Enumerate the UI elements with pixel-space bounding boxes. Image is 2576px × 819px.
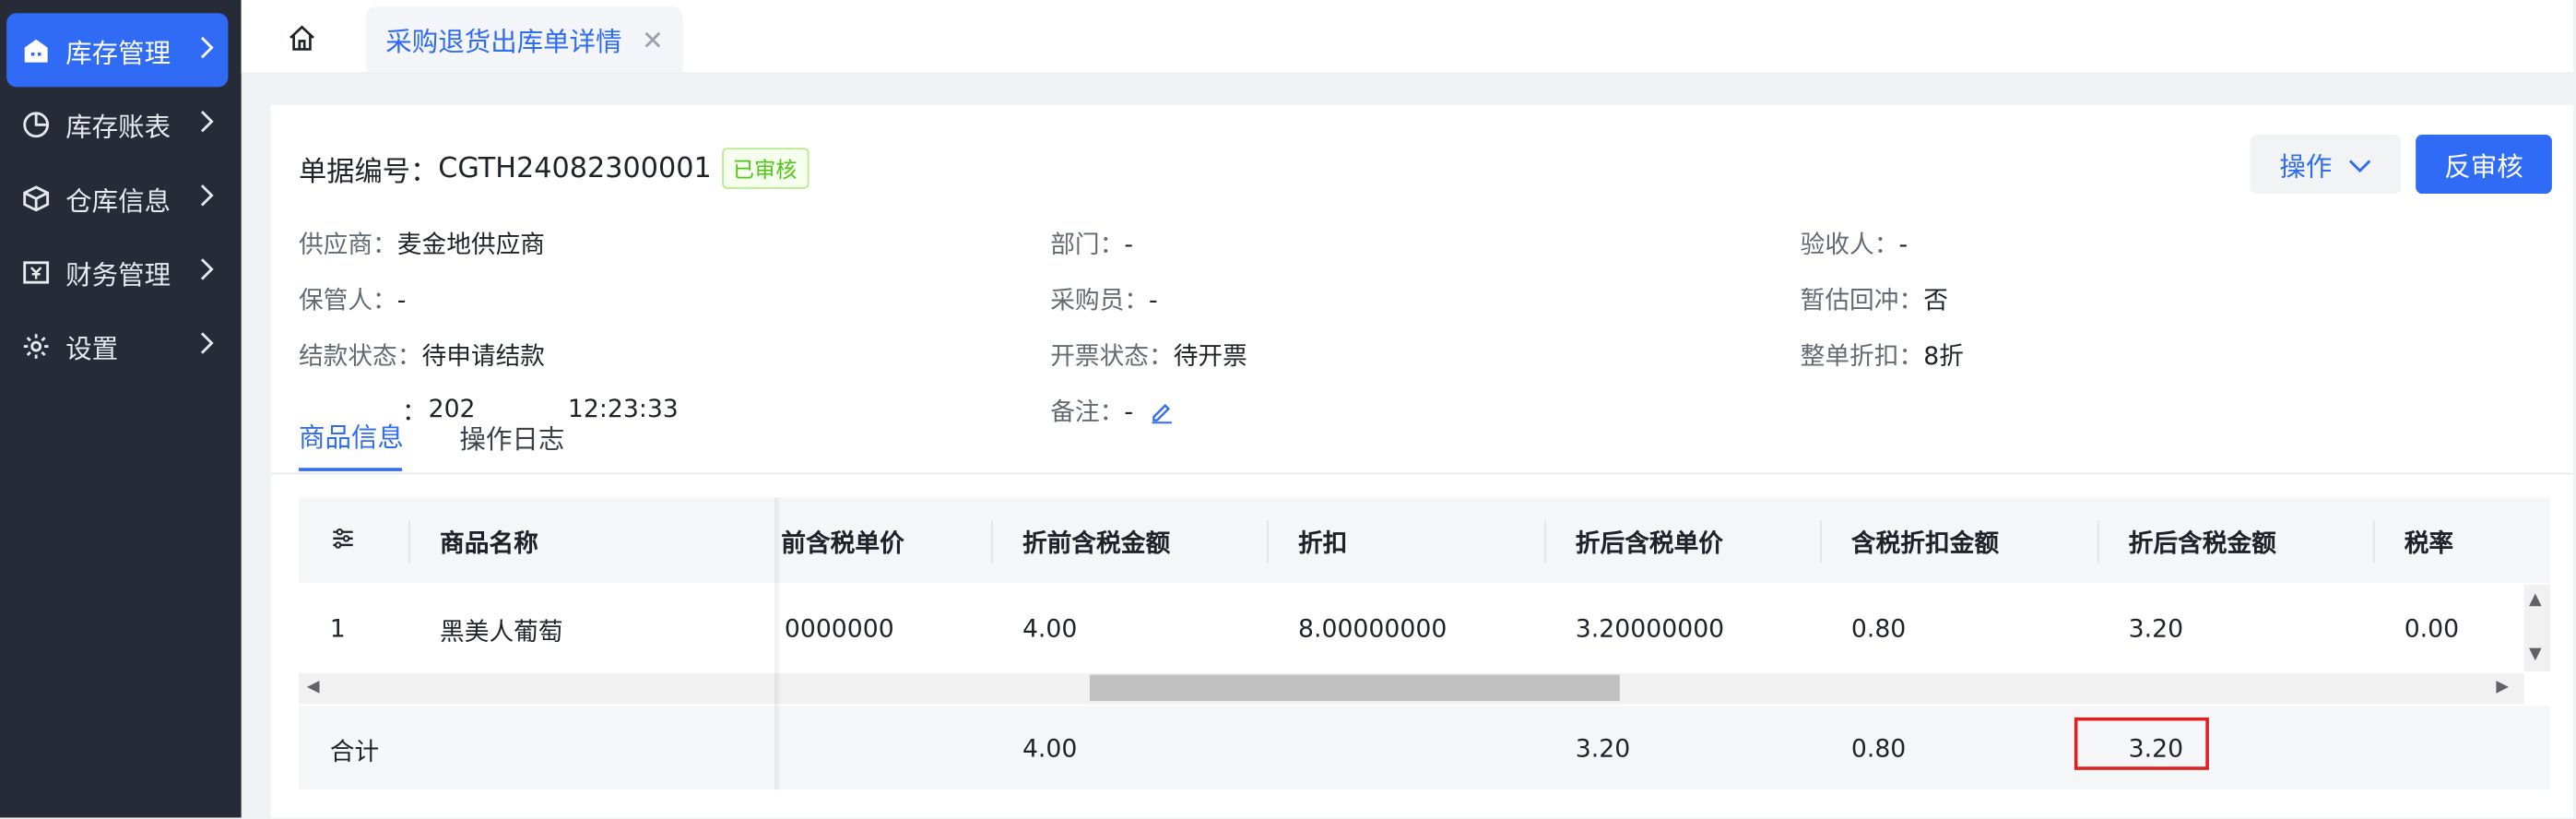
- field-time-fragment-a: ：: [402, 397, 427, 427]
- cell-discount: 8.00000000: [1297, 613, 1448, 644]
- warehouse-icon: [19, 33, 53, 66]
- summary-label: 合计: [329, 737, 380, 767]
- field-inspector: 验收人：-: [1800, 230, 1908, 260]
- field-time-fragment-c: 12:23:33: [567, 394, 679, 424]
- cell-pre-amount: 4.00: [1022, 613, 1078, 644]
- summary-row: [298, 706, 2551, 790]
- home-tab[interactable]: [267, 10, 337, 73]
- horizontal-scroll-thumb[interactable]: [1089, 674, 1620, 702]
- header-product-name: 商品名称: [440, 528, 538, 559]
- cell-product-name: 黑美人葡萄: [440, 617, 563, 647]
- edit-icon[interactable]: [1151, 400, 1174, 430]
- tab-operation-log[interactable]: 操作日志: [459, 417, 564, 457]
- header-unit-price: 前含税单价: [781, 528, 904, 559]
- sidebar-item-finance[interactable]: 财务管理: [6, 235, 228, 309]
- close-icon[interactable]: ✕: [642, 24, 664, 55]
- home-icon: [288, 23, 317, 59]
- sidebar-item-inventory-report[interactable]: 库存账表: [6, 87, 228, 160]
- field-keeper: 保管人：-: [298, 285, 407, 315]
- finance-icon: [19, 255, 53, 289]
- column-separator: [2372, 520, 2375, 564]
- reverse-audit-button[interactable]: 反审核: [2416, 134, 2552, 195]
- summary-discount-amount: 0.80: [1850, 733, 1907, 764]
- summary-pre-amount: 4.00: [1022, 733, 1078, 764]
- frozen-column-shadow: [774, 497, 782, 790]
- header-post-unit-price: 折后含税单价: [1575, 528, 1724, 559]
- cell-post-unit-price: 3.20000000: [1575, 613, 1725, 644]
- doc-number-row: 单据编号： CGTH24082300001 已审核: [299, 148, 809, 189]
- sidebar-item-label: 设置: [65, 332, 119, 364]
- chevron-right-icon: [198, 330, 215, 363]
- sidebar-item-warehouse-info[interactable]: 仓库信息: [6, 160, 228, 234]
- sidebar-item-label: 库存账表: [65, 111, 171, 142]
- column-separator: [991, 520, 993, 564]
- sidebar-item-settings[interactable]: 设置: [6, 309, 228, 383]
- field-invoice-status: 开票状态：待开票: [1050, 341, 1247, 372]
- highlight-annotation-box: [2074, 717, 2209, 770]
- tab-label: 采购退货出库单详情: [385, 26, 622, 58]
- field-supplier: 供应商：麦金地供应商: [298, 230, 546, 260]
- sidebar-item-inventory[interactable]: 库存管理: [6, 13, 229, 88]
- operation-dropdown-button[interactable]: 操作: [2250, 134, 2402, 195]
- cell-index: 1: [329, 613, 346, 644]
- tabs-divider: [270, 472, 2574, 475]
- column-separator: [1543, 520, 1546, 564]
- field-buyer: 采购员：-: [1050, 285, 1158, 315]
- status-badge: 已审核: [721, 148, 809, 189]
- field-department: 部门：-: [1050, 230, 1133, 260]
- chevron-right-icon: [198, 183, 215, 216]
- column-settings-icon[interactable]: [330, 526, 356, 559]
- doc-number: CGTH24082300001: [438, 151, 712, 185]
- header-pre-discount-amount: 折前含税金额: [1022, 528, 1171, 559]
- chevron-right-icon: [198, 108, 215, 141]
- column-separator: [1267, 520, 1269, 564]
- box-icon: [19, 182, 53, 215]
- chevron-right-icon: [198, 256, 215, 290]
- chevron-right-icon: [198, 34, 215, 67]
- cell-tax-rate: 0.00: [2404, 613, 2460, 644]
- sidebar-item-label: 仓库信息: [65, 184, 171, 217]
- doc-number-label: 单据编号：: [298, 156, 439, 189]
- cell-unit-price: 0000000: [784, 613, 894, 644]
- tab-product-info[interactable]: 商品信息: [299, 415, 404, 455]
- scroll-left-icon[interactable]: ◀: [307, 678, 320, 696]
- field-estimate-offset: 暂估回冲：否: [1800, 285, 1948, 315]
- header-post-amount: 折后含税金额: [2128, 528, 2276, 559]
- pie-chart-icon: [19, 108, 53, 141]
- active-tab-indicator: [298, 468, 403, 471]
- header-discount: 折扣: [1297, 528, 1348, 559]
- operation-label: 操作: [2279, 150, 2333, 183]
- sidebar-item-label: 财务管理: [65, 258, 171, 291]
- tab-purchase-return-detail[interactable]: 采购退货出库单详情 ✕: [365, 6, 684, 73]
- chevron-down-icon: [2348, 148, 2371, 180]
- sidebar-item-label: 库存管理: [65, 37, 171, 68]
- column-separator: [408, 520, 410, 564]
- tab-bar: 采购退货出库单详情 ✕: [241, 0, 2574, 75]
- gear-icon: [19, 329, 53, 362]
- field-whole-discount: 整单折扣：8折: [1800, 341, 1964, 372]
- cell-post-amount: 3.20: [2128, 613, 2184, 644]
- sidebar: 库存管理 库存账表 仓库信息 财务管理 设置: [0, 0, 242, 818]
- header-tax-rate: 税率: [2404, 528, 2454, 559]
- scroll-right-icon[interactable]: ▶: [2496, 678, 2509, 696]
- header-discount-amount: 含税折扣金额: [1850, 528, 2000, 559]
- field-remark: 备注：-: [1050, 394, 1174, 430]
- field-settlement-status: 结款状态：待申请结款: [298, 341, 546, 372]
- scroll-up-icon[interactable]: ▲: [2529, 591, 2542, 610]
- column-separator: [1820, 520, 1822, 564]
- summary-post-unit-price: 3.20: [1575, 733, 1631, 764]
- column-separator: [2097, 520, 2099, 564]
- scroll-down-icon[interactable]: ▼: [2529, 646, 2542, 664]
- cell-discount-amount: 0.80: [1850, 613, 1907, 644]
